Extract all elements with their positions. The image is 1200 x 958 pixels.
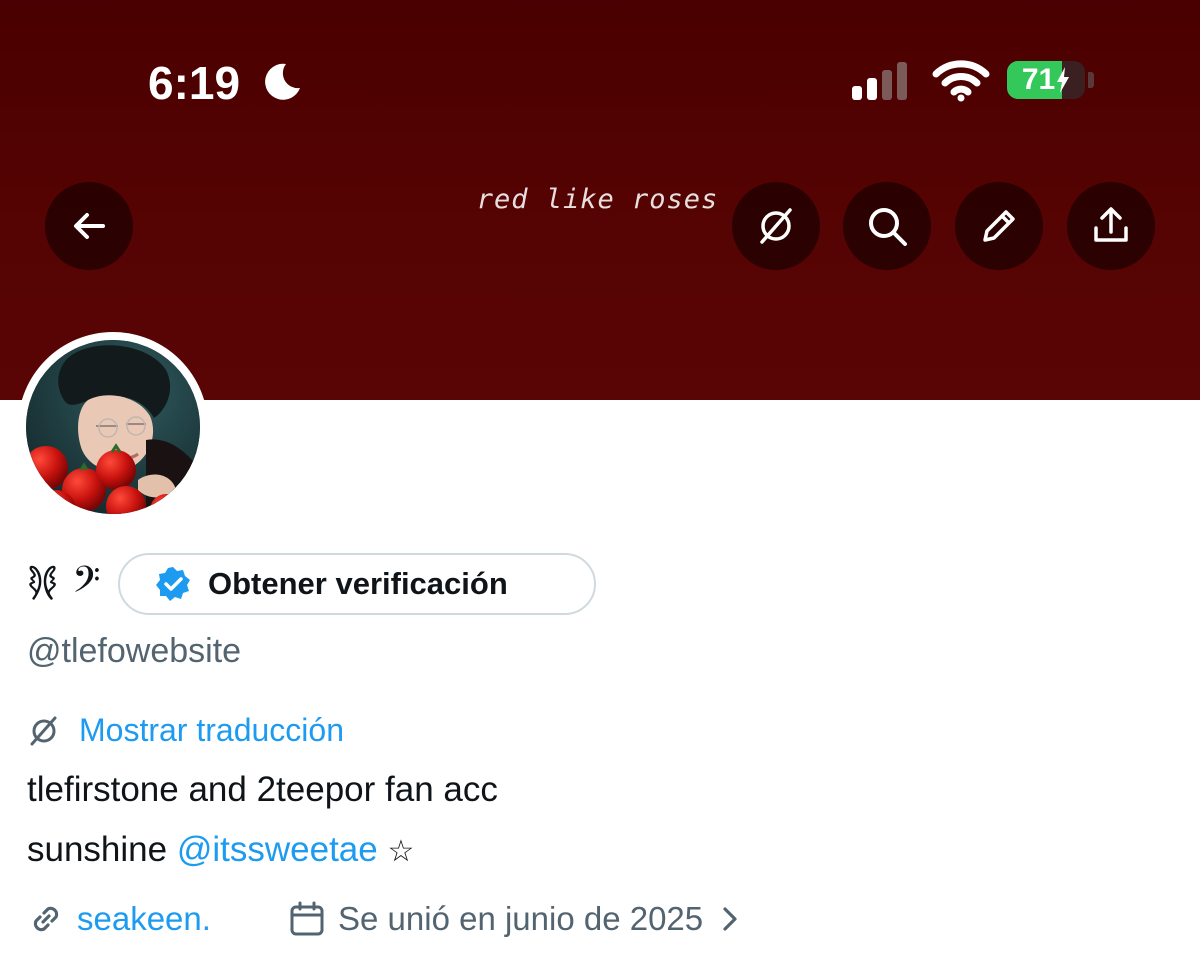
back-arrow-icon — [74, 213, 105, 239]
star-glyph: ☆ — [387, 834, 415, 869]
edit-icon — [983, 210, 1015, 242]
share-button[interactable] — [1067, 182, 1155, 270]
avatar-image — [26, 340, 200, 514]
show-translation-link[interactable]: Mostrar traducción — [27, 712, 344, 749]
cellular-signal-icon — [852, 60, 907, 100]
display-name: 𐦍 𝄢 — [27, 559, 101, 610]
calendar-icon — [290, 901, 324, 936]
share-icon — [1094, 207, 1128, 242]
joined-date-text: Se unió en junio de 2025 — [338, 900, 704, 937]
chevron-right-icon — [723, 907, 737, 931]
avatar[interactable] — [18, 332, 208, 522]
translate-button[interactable] — [732, 182, 820, 270]
moon-icon — [262, 62, 302, 107]
get-verified-button[interactable]: Obtener verificación — [118, 553, 596, 615]
show-translation-label: Mostrar traducción — [79, 712, 344, 748]
wifi-icon — [932, 60, 990, 107]
battery-percent: 71 — [1021, 63, 1056, 96]
bio-line-2: sunshine @itssweetae ☆ — [27, 830, 414, 870]
link-icon — [33, 906, 59, 932]
status-time: 6:19 — [148, 57, 241, 109]
user-handle: @tlefowebsite — [27, 632, 242, 670]
profile-link[interactable]: seakeen. — [27, 900, 211, 938]
bio-text: sunshine — [27, 830, 168, 869]
battery-cap — [1088, 72, 1094, 88]
translate-icon — [760, 208, 792, 244]
edit-button[interactable] — [955, 182, 1043, 270]
verified-badge-icon — [154, 565, 192, 603]
bio-line-1: tlefirstone and 2teepor fan acc — [27, 770, 498, 809]
get-verified-label: Obtener verificación — [208, 566, 508, 601]
translate-icon — [30, 716, 57, 745]
back-button[interactable] — [45, 182, 133, 270]
search-button[interactable] — [843, 182, 931, 270]
bio-mention-link[interactable]: @itssweetae — [177, 830, 378, 869]
battery-charging-icon: 71 — [1007, 61, 1085, 99]
profile-link-text: seakeen. — [77, 900, 211, 937]
search-icon — [869, 208, 907, 246]
joined-date[interactable]: Se unió en junio de 2025 — [288, 900, 745, 938]
